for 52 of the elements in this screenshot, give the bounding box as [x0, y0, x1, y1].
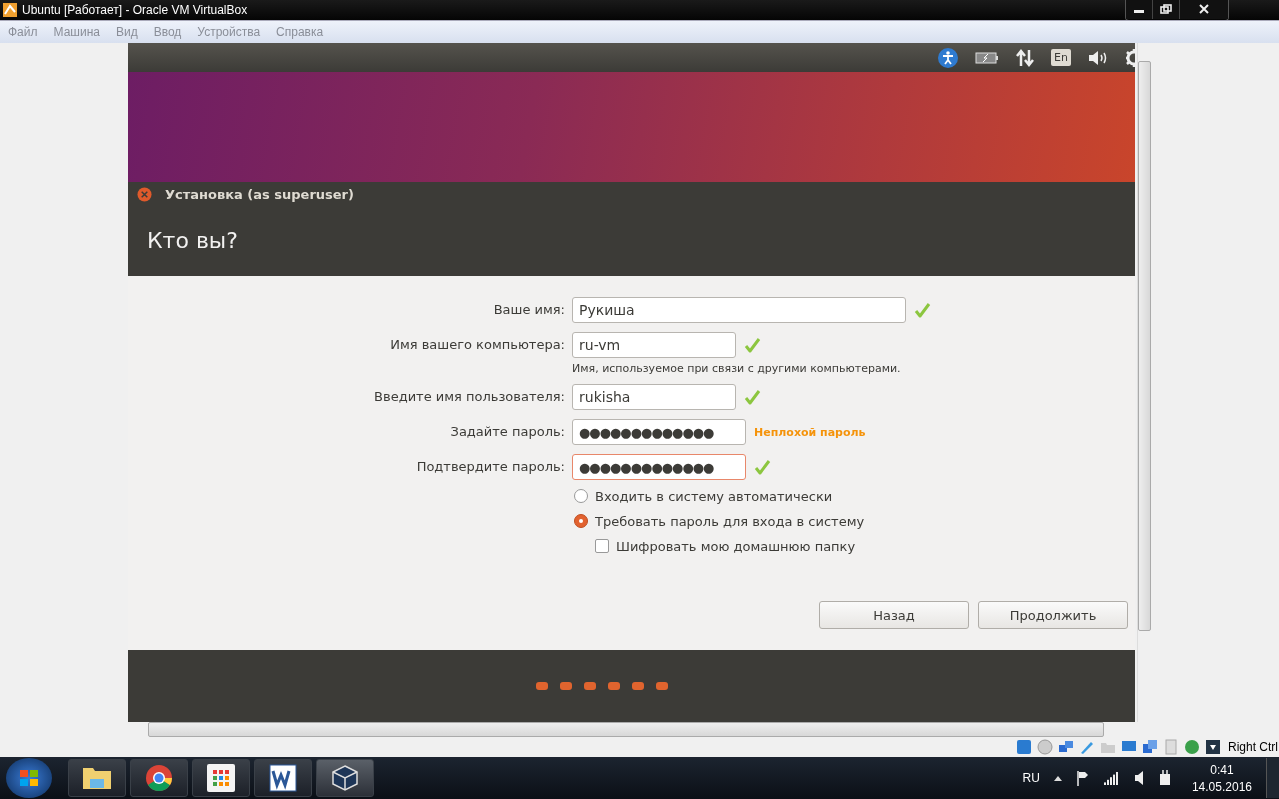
virtualbox-icon	[2, 2, 18, 18]
battery-icon[interactable]	[975, 51, 1000, 64]
clock-date[interactable]: 14.05.2016	[1191, 779, 1252, 794]
input-field[interactable]: ●●●●●●●●●●●●●	[572, 454, 746, 480]
keyboard-layout-indicator[interactable]: En	[1051, 49, 1071, 66]
radio-button[interactable]	[574, 514, 588, 528]
network-arrows-icon[interactable]	[1016, 48, 1035, 67]
language-indicator[interactable]: RU	[1022, 771, 1040, 785]
clock-time[interactable]: 0:41	[1210, 762, 1234, 777]
taskbar-browser-icon[interactable]	[130, 759, 188, 797]
volume-icon[interactable]	[1088, 49, 1108, 66]
password-strength: Неплохой пароль	[754, 425, 866, 439]
input-field[interactable]: ru-vm	[572, 332, 736, 358]
accessibility-icon[interactable]	[938, 47, 959, 68]
window-title: Ubuntu [Работает] - Oracle VM VirtualBox	[22, 3, 248, 17]
vertical-scrollbar[interactable]	[1137, 43, 1151, 722]
field-hint: Имя, используемое при связи с другими компьютерами.	[572, 362, 902, 377]
host-key-label: Right Ctrl	[1228, 740, 1278, 754]
page-heading: Кто вы?	[147, 228, 238, 253]
option-label[interactable]: Требовать пароль для входа в систему	[595, 513, 865, 529]
signal-icon[interactable]	[1103, 771, 1120, 785]
field-label: Задайте пароль:	[449, 423, 565, 441]
close-icon	[1198, 4, 1210, 14]
field-label: Подтвердите пароль:	[415, 458, 565, 476]
show-hidden-icons-arrow-icon[interactable]	[1053, 775, 1062, 781]
start-button[interactable]	[6, 758, 52, 798]
dialog-button[interactable]: Назад	[819, 601, 969, 629]
field-label: Имя вашего компьютера:	[389, 336, 565, 354]
option-label[interactable]: Входить в систему автоматически	[595, 488, 833, 504]
speaker-icon[interactable]	[1133, 770, 1144, 786]
close-button[interactable]	[1180, 0, 1228, 19]
restore-button[interactable]	[1153, 0, 1180, 19]
input-field[interactable]: rukisha	[572, 384, 736, 410]
taskbar-folder-icon[interactable]	[68, 759, 126, 797]
field-label: Ваше имя:	[492, 301, 565, 319]
input-field[interactable]: Рукиша	[572, 297, 906, 323]
power-plug-icon[interactable]	[1157, 770, 1172, 786]
radio-button[interactable]	[574, 489, 588, 503]
field-label: Введите имя пользователя:	[373, 388, 565, 406]
installer-title: Установка (as superuser)	[165, 187, 354, 202]
input-field[interactable]: ●●●●●●●●●●●●●	[572, 419, 746, 445]
checkbox[interactable]	[595, 539, 609, 553]
taskbar-virtualbox-icon[interactable]	[316, 759, 374, 797]
checkbox-label[interactable]: Шифровать мою домашнюю папку	[616, 538, 856, 554]
dialog-button[interactable]: Продолжить	[978, 601, 1128, 629]
restore-icon	[1160, 4, 1172, 14]
gear-icon[interactable]	[1125, 48, 1135, 67]
minimize-button[interactable]	[1126, 0, 1153, 19]
flag-icon[interactable]	[1075, 770, 1090, 786]
taskbar-word-icon[interactable]	[254, 759, 312, 797]
network-icon[interactable]	[1058, 739, 1074, 755]
taskbar-apps-grid-icon[interactable]	[192, 759, 250, 797]
